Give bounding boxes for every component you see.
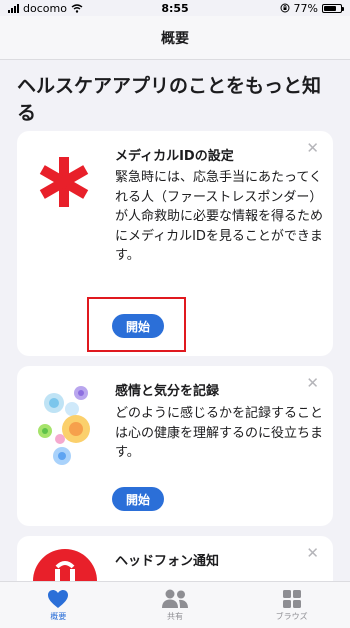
close-icon[interactable]: ✕ [306, 376, 319, 391]
tab-label: 共有 [167, 611, 183, 621]
status-bar: docomo 8:55 77% [0, 0, 350, 16]
status-left: docomo [8, 2, 83, 15]
card-body: どのように感じるかを記録することは心の健康を理解するのに役立ちます。 [115, 406, 324, 460]
card-mood[interactable]: 感情と気分を記録 どのように感じるかを記録することは心の健康を理解するのに役立ち… [17, 366, 333, 526]
tab-sharing[interactable]: 共有 [117, 582, 234, 628]
orientation-lock-icon [280, 3, 290, 13]
wifi-icon [71, 3, 83, 13]
signal-icon [8, 3, 19, 13]
tab-label: ブラウズ [275, 611, 308, 621]
heart-icon [48, 589, 69, 608]
carrier-label: docomo [23, 1, 67, 15]
card-body: 緊急時には、応急手当にあたってくれる人（ファーストレスポンダー）が人命救助に必要… [115, 170, 324, 263]
battery-percent: 77% [293, 1, 318, 15]
battery-fill [324, 5, 337, 11]
card-headphone[interactable]: ヘッドフォン通知 ✕ [17, 536, 333, 581]
grid-icon [282, 589, 301, 608]
card-title: メディカルIDの設定 [115, 149, 234, 164]
tab-browse[interactable]: ブラウズ [233, 582, 350, 628]
card-title: 感情と気分を記録 [115, 384, 220, 399]
tab-bar: 概要 共有 ブラウズ [0, 581, 350, 628]
asterisk-icon [39, 157, 89, 207]
tab-summary[interactable]: 概要 [0, 582, 117, 628]
close-icon[interactable]: ✕ [306, 141, 319, 156]
page-title: 概要 [161, 30, 189, 47]
flowers-icon [38, 386, 90, 465]
section-title: ヘルスケアアプリのことをもっと知る [17, 75, 322, 124]
tab-label: 概要 [50, 611, 67, 621]
card-title: ヘッドフォン通知 [115, 554, 220, 569]
close-icon[interactable]: ✕ [306, 546, 319, 561]
highlight-box [87, 297, 186, 352]
content-scroll[interactable]: ヘルスケアアプリのことをもっと知る メディカルIDの設定 緊急時には、応急手当に… [0, 61, 350, 581]
status-right: 77% [280, 1, 344, 15]
headphone-icon [33, 549, 97, 581]
nav-bar: 概要 [0, 16, 350, 60]
battery-icon [322, 3, 344, 13]
start-button[interactable]: 開始 [112, 487, 164, 511]
people-icon [162, 589, 188, 608]
